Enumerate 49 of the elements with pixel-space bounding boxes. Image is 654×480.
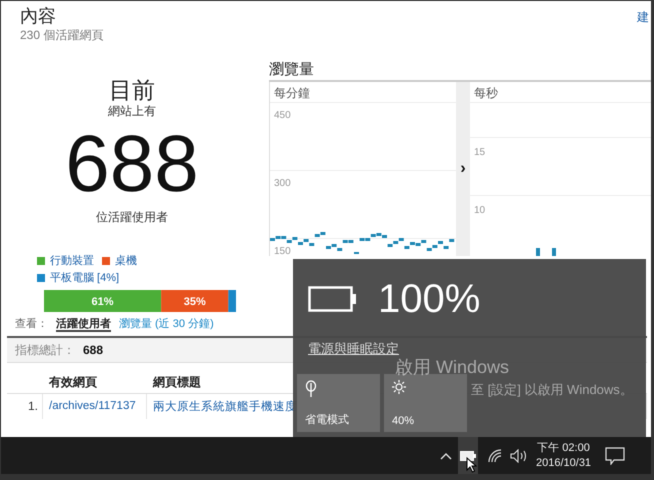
metric-total-value: 688 — [83, 343, 104, 357]
wifi-icon[interactable] — [488, 448, 504, 462]
axis-tick: 450 — [273, 110, 291, 121]
legend-swatch — [37, 256, 45, 264]
expand-handle[interactable]: › — [456, 82, 470, 256]
battery-icon — [460, 450, 476, 460]
share-label: 61% — [92, 296, 114, 308]
mouse-pointer-icon — [466, 457, 477, 473]
chart-label: 每秒 — [470, 82, 651, 103]
axis-tick: 10 — [473, 205, 486, 216]
column-header: 有效網頁 — [49, 374, 97, 388]
pageviews-title: 瀏覽量 — [269, 60, 651, 82]
corner-link[interactable]: 建 — [637, 9, 649, 25]
axis-tick: 300 — [273, 178, 291, 189]
active-pages-count: 230 個活躍網頁 — [20, 27, 104, 44]
clock-time[interactable]: 下午 02:00 — [537, 440, 590, 456]
pageview-bars-drawing — [536, 248, 556, 256]
sun-icon — [392, 380, 406, 394]
view-label: 查看： — [15, 317, 48, 332]
column-header: 網頁標題 — [153, 374, 201, 388]
legend-label: 行動裝置 — [50, 254, 94, 268]
share-label: 35% — [184, 296, 206, 308]
axis-tick: 150 — [273, 246, 291, 256]
active-users-count: 688 — [65, 119, 199, 209]
page-title: 內容 — [20, 5, 57, 27]
legend-swatch — [37, 274, 45, 282]
notification-icon[interactable] — [605, 446, 626, 464]
caret-up-icon[interactable] — [440, 452, 454, 460]
brightness-tile[interactable]: 40% — [384, 374, 467, 432]
leaf-icon — [305, 380, 317, 398]
battery-percentage: 100% — [378, 277, 480, 321]
active-users-label: 位活躍使用者 — [96, 209, 168, 225]
legend-label: 桌機 — [115, 254, 137, 268]
battery-saver-tile[interactable]: 省電模式 — [297, 374, 380, 432]
view-tab[interactable]: 活躍使用者 — [56, 316, 111, 332]
metric-total-label: 指標總計： — [15, 343, 75, 357]
battery-icon — [308, 286, 358, 312]
activation-message: 至 [設定] 以啟用 Windows。 — [471, 381, 633, 399]
row-number: 1. — [7, 394, 43, 419]
now-heading: 目前 — [109, 77, 155, 103]
view-tab[interactable]: 瀏覽量 (近 30 分鐘) — [119, 316, 214, 330]
legend-label: 平板電腦 [4%] — [50, 271, 120, 285]
speaker-icon[interactable] — [510, 448, 528, 462]
page-path-link[interactable]: /archives/117137 — [43, 394, 147, 419]
site-has-label: 網站上有 — [108, 103, 156, 119]
clock-date[interactable]: 2016/10/31 — [536, 456, 592, 470]
power-sleep-settings-link[interactable]: 電源與睡眠設定 — [308, 341, 399, 357]
legend-swatch — [102, 256, 110, 264]
axis-tick: 15 — [473, 147, 486, 158]
